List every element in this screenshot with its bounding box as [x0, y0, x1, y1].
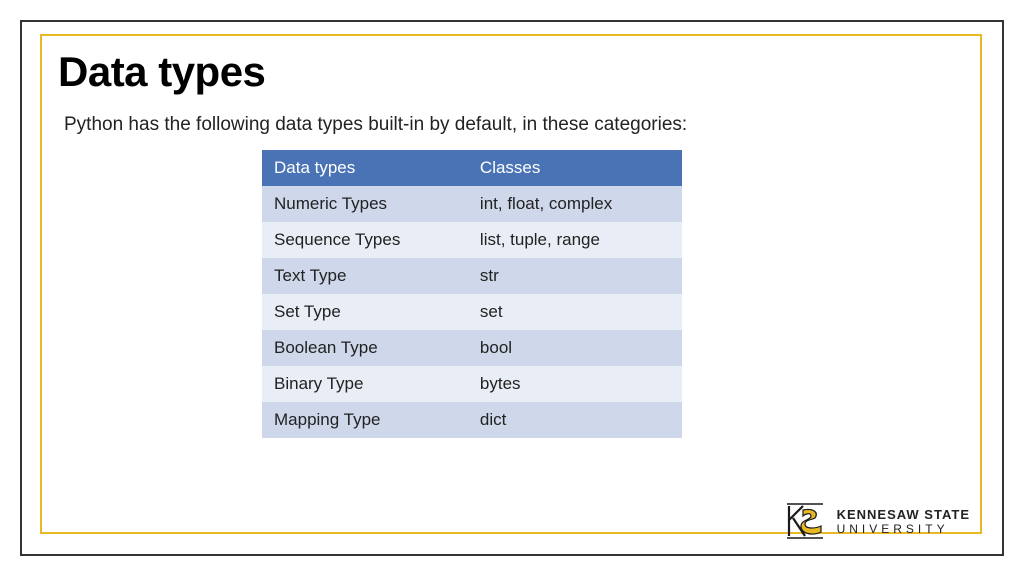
cell-classes: int, float, complex	[468, 186, 682, 222]
cell-classes: bool	[468, 330, 682, 366]
header-classes: Classes	[468, 150, 682, 186]
cell-type: Boolean Type	[262, 330, 468, 366]
cell-type: Text Type	[262, 258, 468, 294]
cell-type: Mapping Type	[262, 402, 468, 438]
slide-content: Data types Python has the following data…	[58, 48, 966, 438]
data-types-table: Data types Classes Numeric Types int, fl…	[262, 150, 682, 438]
logo-line1: KENNESAW STATE	[837, 508, 970, 521]
cell-classes: bytes	[468, 366, 682, 402]
cell-type: Sequence Types	[262, 222, 468, 258]
table-row: Text Type str	[262, 258, 682, 294]
logo-line2: UNIVERSITY	[837, 523, 970, 535]
university-logo: KENNESAW STATE UNIVERSITY	[783, 500, 970, 542]
intro-text: Python has the following data types buil…	[64, 114, 966, 136]
table-row: Boolean Type bool	[262, 330, 682, 366]
cell-classes: str	[468, 258, 682, 294]
table-row: Set Type set	[262, 294, 682, 330]
table-header-row: Data types Classes	[262, 150, 682, 186]
cell-type: Set Type	[262, 294, 468, 330]
cell-type: Numeric Types	[262, 186, 468, 222]
table-row: Mapping Type dict	[262, 402, 682, 438]
logo-text: KENNESAW STATE UNIVERSITY	[837, 508, 970, 535]
header-data-types: Data types	[262, 150, 468, 186]
cell-type: Binary Type	[262, 366, 468, 402]
table-row: Binary Type bytes	[262, 366, 682, 402]
table-row: Numeric Types int, float, complex	[262, 186, 682, 222]
slide-title: Data types	[58, 48, 966, 96]
ks-logo-icon	[783, 500, 827, 542]
cell-classes: dict	[468, 402, 682, 438]
table-row: Sequence Types list, tuple, range	[262, 222, 682, 258]
cell-classes: set	[468, 294, 682, 330]
cell-classes: list, tuple, range	[468, 222, 682, 258]
